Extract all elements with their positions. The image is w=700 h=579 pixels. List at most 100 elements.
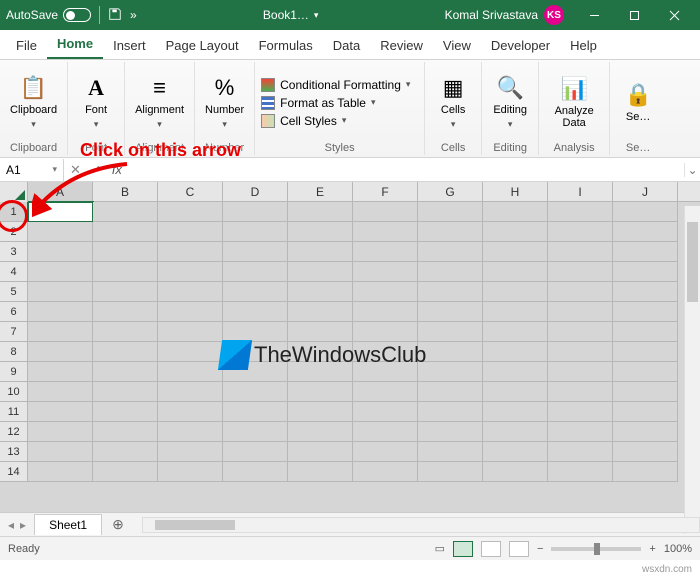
column-header[interactable]: G [418,182,483,201]
cell[interactable] [288,282,353,302]
cell[interactable] [483,402,548,422]
tab-data[interactable]: Data [323,32,370,59]
cell[interactable] [223,202,288,222]
cell[interactable] [353,222,418,242]
row-header[interactable]: 11 [0,402,28,422]
tab-home[interactable]: Home [47,30,103,59]
user-account[interactable]: Komal Srivastava KS [445,5,564,25]
cell[interactable] [483,342,548,362]
tab-insert[interactable]: Insert [103,32,156,59]
tab-developer[interactable]: Developer [481,32,560,59]
cell[interactable] [613,202,678,222]
save-icon[interactable] [108,7,122,24]
cell[interactable] [613,382,678,402]
cell[interactable] [28,222,93,242]
enter-formula-icon[interactable]: ✓ [91,162,102,178]
cell[interactable] [93,302,158,322]
cell[interactable] [288,242,353,262]
cell[interactable] [353,422,418,442]
cell[interactable] [418,262,483,282]
tab-page-layout[interactable]: Page Layout [156,32,249,59]
cell[interactable] [353,202,418,222]
sheet-tab[interactable]: Sheet1 [34,514,102,535]
cell[interactable] [418,382,483,402]
cell[interactable] [353,382,418,402]
cell[interactable] [28,402,93,422]
cell[interactable] [93,282,158,302]
cell[interactable] [613,362,678,382]
cell[interactable] [288,342,353,362]
name-box[interactable]: A1 ▾ [0,159,64,181]
cell[interactable] [158,302,223,322]
cell[interactable] [613,242,678,262]
cell[interactable] [158,382,223,402]
cell[interactable] [418,402,483,422]
cell[interactable] [483,442,548,462]
zoom-in-button[interactable]: + [649,543,655,555]
cell[interactable] [93,462,158,482]
cell[interactable] [418,302,483,322]
cell[interactable] [223,322,288,342]
row-header[interactable]: 9 [0,362,28,382]
cancel-formula-icon[interactable]: ✕ [70,162,81,178]
cell[interactable] [223,462,288,482]
cell[interactable] [288,462,353,482]
minimize-button[interactable] [574,0,614,30]
cell[interactable] [483,302,548,322]
row-header[interactable]: 12 [0,422,28,442]
cell[interactable] [158,202,223,222]
qat-more-icon[interactable]: » [130,8,137,22]
cell[interactable] [288,202,353,222]
cell[interactable] [28,262,93,282]
cell[interactable] [288,222,353,242]
cell[interactable] [28,302,93,322]
cell[interactable] [93,242,158,262]
fx-icon[interactable]: fx [112,162,122,177]
cell[interactable] [483,362,548,382]
cell[interactable] [353,362,418,382]
cell[interactable] [288,322,353,342]
cell[interactable] [353,262,418,282]
cell[interactable] [93,362,158,382]
cell[interactable] [418,442,483,462]
add-sheet-button[interactable]: ⊕ [102,516,134,533]
cell[interactable] [418,362,483,382]
tab-help[interactable]: Help [560,32,607,59]
cell[interactable] [418,222,483,242]
tab-review[interactable]: Review [370,32,433,59]
cell[interactable] [418,462,483,482]
alignment-button[interactable]: ≡Alignment [131,73,188,132]
cell[interactable] [613,442,678,462]
column-header[interactable]: C [158,182,223,201]
tab-view[interactable]: View [433,32,481,59]
column-header[interactable]: H [483,182,548,201]
row-header[interactable]: 14 [0,462,28,482]
cell[interactable] [418,422,483,442]
column-header[interactable]: I [548,182,613,201]
cell[interactable] [223,382,288,402]
expand-formula-bar-icon[interactable]: ⌄ [684,163,700,177]
cell[interactable] [223,362,288,382]
display-settings-icon[interactable]: ▭ [435,542,445,555]
cell[interactable] [158,322,223,342]
select-all-triangle[interactable] [0,182,28,202]
cell[interactable] [93,222,158,242]
cell[interactable] [288,382,353,402]
column-header[interactable]: B [93,182,158,201]
cell[interactable] [223,422,288,442]
cell[interactable] [613,322,678,342]
cell[interactable] [483,422,548,442]
horizontal-scrollbar[interactable] [142,517,700,533]
cell[interactable] [483,322,548,342]
cell[interactable] [158,342,223,362]
tab-file[interactable]: File [6,32,47,59]
cell[interactable] [483,382,548,402]
cell[interactable] [93,202,158,222]
cell[interactable] [223,402,288,422]
page-layout-view-button[interactable] [481,541,501,557]
row-header[interactable]: 5 [0,282,28,302]
cell[interactable] [93,402,158,422]
cell[interactable] [223,282,288,302]
cell[interactable] [548,382,613,402]
cell[interactable] [548,282,613,302]
